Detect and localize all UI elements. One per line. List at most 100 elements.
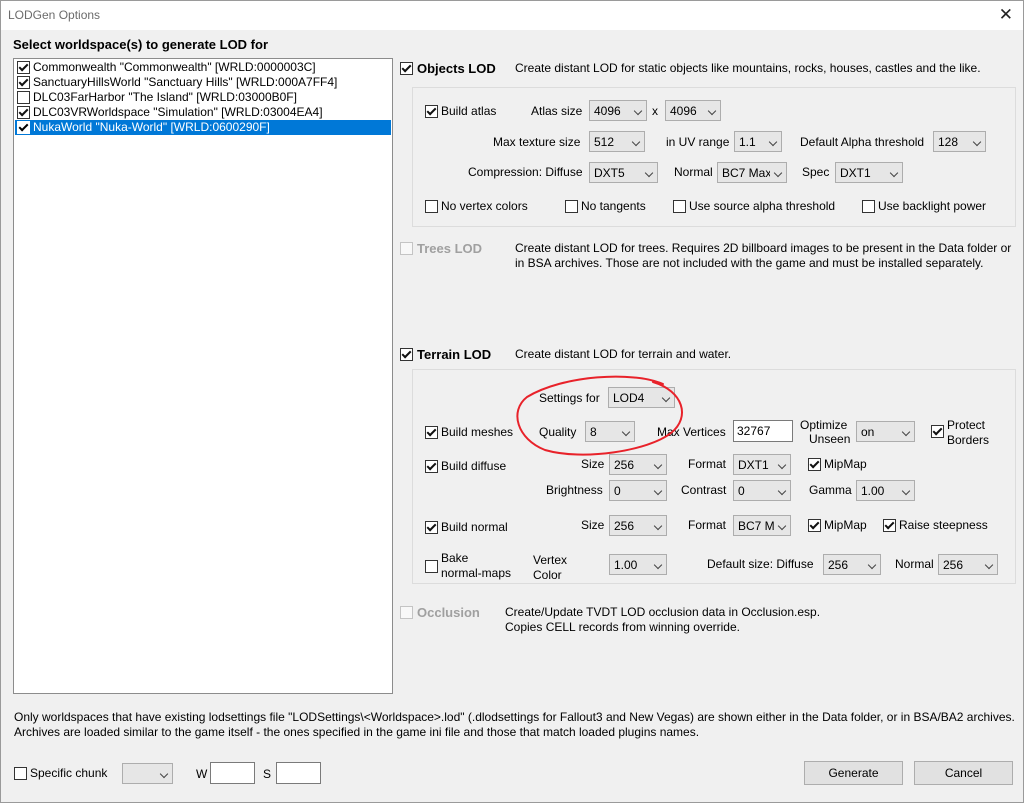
- build-atlas-checkbox[interactable]: [425, 105, 438, 118]
- window-title: LODGen Options: [8, 8, 101, 22]
- specific-chunk-select[interactable]: [122, 763, 173, 784]
- list-item-checkbox[interactable]: [17, 76, 30, 89]
- atlas-x-label: x: [652, 104, 658, 118]
- chevron-down-icon: [159, 769, 169, 779]
- vertex-color-label-2: Color: [533, 568, 562, 582]
- optimize-unseen-select[interactable]: on: [856, 421, 915, 442]
- normal-mipmap-checkbox[interactable]: [808, 519, 821, 532]
- generate-button[interactable]: Generate: [804, 761, 903, 785]
- contrast-label: Contrast: [681, 483, 727, 497]
- raise-steepness-label: Raise steepness: [899, 518, 988, 532]
- list-item-label: DLC03VRWorldspace "Simulation" [WRLD:030…: [33, 105, 323, 119]
- atlas-height-select[interactable]: 4096: [665, 100, 721, 121]
- build-meshes-checkbox[interactable]: [425, 426, 438, 439]
- atlas-size-label: Atlas size: [531, 104, 583, 118]
- gamma-label: Gamma: [809, 483, 852, 497]
- no-tangents-label: No tangents: [581, 199, 646, 213]
- list-item-checkbox[interactable]: [17, 121, 30, 134]
- use-backlight-power-checkbox[interactable]: [862, 200, 875, 213]
- raise-steepness-checkbox[interactable]: [883, 519, 896, 532]
- list-item-checkbox[interactable]: [17, 106, 30, 119]
- chevron-down-icon: [768, 137, 778, 147]
- gamma-select[interactable]: 1.00: [856, 480, 915, 501]
- w-field[interactable]: [210, 762, 255, 784]
- chevron-down-icon: [631, 137, 641, 147]
- no-tangents-checkbox[interactable]: [565, 200, 578, 213]
- list-item[interactable]: SanctuaryHillsWorld "Sanctuary Hills" [W…: [15, 75, 391, 90]
- compression-diffuse-select[interactable]: DXT5: [589, 162, 658, 183]
- protect-borders-checkbox[interactable]: [931, 425, 944, 438]
- normal-format-select[interactable]: BC7 M: [733, 515, 791, 536]
- build-diffuse-checkbox[interactable]: [425, 460, 438, 473]
- worldspace-list[interactable]: Commonwealth "Commonwealth" [WRLD:000000…: [13, 58, 393, 694]
- default-normal-label: Normal: [895, 557, 934, 571]
- chevron-down-icon: [972, 137, 982, 147]
- default-normal-select[interactable]: 256: [938, 554, 998, 575]
- objects-lod-description: Create distant LOD for static objects li…: [515, 61, 981, 75]
- chevron-down-icon: [633, 106, 643, 116]
- trees-lod-description-2: in BSA archives. Those are not included …: [515, 256, 984, 270]
- terrain-lod-checkbox[interactable]: [400, 348, 413, 361]
- max-texture-size-select[interactable]: 512: [589, 131, 645, 152]
- bake-normal-maps-checkbox[interactable]: [425, 560, 438, 573]
- list-item-checkbox[interactable]: [17, 61, 30, 74]
- annotation-circle: [516, 375, 683, 456]
- occlusion-description-1: Create/Update TVDT LOD occlusion data in…: [505, 605, 821, 619]
- max-vertices-field[interactable]: 32767: [733, 420, 793, 442]
- list-item[interactable]: DLC03VRWorldspace "Simulation" [WRLD:030…: [15, 105, 391, 120]
- terrain-lod-group: [412, 369, 1016, 584]
- diffuse-format-select[interactable]: DXT1: [733, 454, 791, 475]
- build-meshes-label: Build meshes: [441, 425, 514, 439]
- chevron-down-icon: [653, 460, 663, 470]
- list-item-checkbox[interactable]: [17, 91, 30, 104]
- chevron-down-icon: [653, 521, 663, 531]
- trees-lod-description-1: Create distant LOD for trees. Requires 2…: [515, 241, 1012, 255]
- no-vertex-colors-checkbox[interactable]: [425, 200, 438, 213]
- specific-chunk-checkbox[interactable]: [14, 767, 27, 780]
- build-atlas-label: Build atlas: [441, 104, 497, 118]
- compression-normal-select[interactable]: BC7 Max: [717, 162, 787, 183]
- chevron-down-icon: [889, 168, 899, 178]
- max-texture-size-label: Max texture size: [493, 135, 581, 149]
- objects-lod-checkbox[interactable]: [400, 62, 413, 75]
- default-diffuse-select[interactable]: 256: [823, 554, 881, 575]
- use-source-alpha-checkbox[interactable]: [673, 200, 686, 213]
- specific-chunk-label: Specific chunk: [30, 766, 108, 780]
- list-item[interactable]: NukaWorld "Nuka-World" [WRLD:0600290F]: [15, 120, 391, 135]
- compression-spec-select[interactable]: DXT1: [835, 162, 903, 183]
- no-vertex-colors-label: No vertex colors: [441, 199, 528, 213]
- chevron-down-icon: [707, 106, 717, 116]
- list-item[interactable]: Commonwealth "Commonwealth" [WRLD:000000…: [15, 60, 391, 75]
- close-icon[interactable]: ✕: [999, 5, 1013, 25]
- list-item-label: SanctuaryHillsWorld "Sanctuary Hills" [W…: [33, 75, 338, 89]
- build-diffuse-label: Build diffuse: [441, 459, 507, 473]
- normal-format-label: Format: [688, 518, 727, 532]
- bake-normal-maps-label-2: normal-maps: [441, 566, 512, 580]
- footer-note-1: Only worldspaces that have existing lods…: [14, 710, 1015, 724]
- chevron-down-icon: [901, 427, 911, 437]
- default-size-diffuse-label: Default size: Diffuse: [707, 557, 814, 571]
- use-source-alpha-label: Use source alpha threshold: [689, 199, 836, 213]
- build-normal-checkbox[interactable]: [425, 521, 438, 534]
- brightness-select[interactable]: 0: [609, 480, 667, 501]
- alpha-threshold-select[interactable]: 128: [933, 131, 986, 152]
- diffuse-mipmap-label: MipMap: [824, 457, 867, 471]
- cancel-button[interactable]: Cancel: [914, 761, 1013, 785]
- occlusion-checkbox[interactable]: [400, 606, 413, 619]
- chevron-down-icon: [773, 168, 783, 178]
- diffuse-mipmap-checkbox[interactable]: [808, 458, 821, 471]
- atlas-width-select[interactable]: 4096: [589, 100, 647, 121]
- diffuse-size-select[interactable]: 256: [609, 454, 667, 475]
- vertex-color-select[interactable]: 1.00: [609, 554, 667, 575]
- normal-size-select[interactable]: 256: [609, 515, 667, 536]
- uv-range-select[interactable]: 1.1: [734, 131, 782, 152]
- vertex-color-label-1: Vertex: [533, 553, 568, 567]
- s-field[interactable]: [276, 762, 321, 784]
- trees-lod-checkbox[interactable]: [400, 242, 413, 255]
- contrast-select[interactable]: 0: [733, 480, 791, 501]
- build-normal-label: Build normal: [441, 520, 508, 534]
- trees-lod-label: Trees LOD: [417, 241, 483, 256]
- title-bar: LODGen Options ✕: [1, 1, 1023, 30]
- terrain-lod-label: Terrain LOD: [417, 347, 492, 362]
- list-item[interactable]: DLC03FarHarbor "The Island" [WRLD:03000B…: [15, 90, 391, 105]
